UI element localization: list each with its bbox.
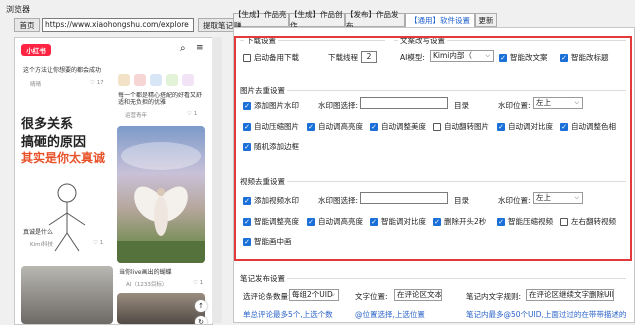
hint-text: 笔记内最多@50个UID,上面过过的在带带描述的	[466, 310, 626, 319]
refresh-icon[interactable]: ↻	[195, 316, 207, 324]
scroll-top-icon[interactable]: ↑	[195, 300, 207, 312]
highlight-frame	[234, 36, 632, 261]
card-likes: ♡ 1	[187, 111, 198, 117]
tab-work-create[interactable]: 【生成】作品创作	[289, 10, 345, 30]
text-position-label: 文字位置:	[355, 292, 388, 301]
note-card-image[interactable]	[117, 126, 205, 263]
webview[interactable]: 小红书 ⌕ ≡ 这个方法让你想要的都会成功 晴晴 ♡ 17 每一个都是精心搭配的…	[14, 37, 213, 325]
menu-icon[interactable]: ≡	[196, 43, 204, 53]
card-author: 运营青年	[125, 113, 148, 119]
search-icon[interactable]: ⌕	[180, 43, 186, 54]
tab-settings[interactable]: 【通用】软件设置	[405, 13, 475, 28]
card-author: Kimi科技	[30, 242, 54, 248]
note-card-image[interactable]	[21, 266, 113, 324]
tab-work-publish[interactable]: 【发布】作品发布	[345, 10, 405, 30]
url-input[interactable]: https://www.xiaohongshu.com/explore	[42, 18, 194, 32]
card-likes: ♡ 17	[90, 80, 104, 86]
hint-text: 单总评论最多5个,上选个数	[243, 310, 333, 319]
chevron-down-icon: ⌵	[330, 291, 335, 298]
promo-line-3: 其实是你太真诚	[21, 151, 106, 165]
card-likes: ♡ 1	[93, 240, 104, 246]
hint-text: @位置选择,上选位置	[355, 310, 425, 319]
home-button[interactable]: 首页	[14, 18, 40, 32]
card-likes: ♡ 1	[193, 280, 204, 286]
group-border	[238, 278, 626, 279]
tab-update[interactable]: 更新	[475, 13, 497, 27]
xiaohongshu-logo[interactable]: 小红书	[21, 44, 51, 56]
note-rule-select[interactable]: 在评论区继续文字删除UID ⌵	[526, 289, 614, 301]
chevron-down-icon: ⌵	[433, 291, 438, 298]
note-rule-label: 笔记内文字规则:	[466, 292, 522, 301]
butterfly-image	[117, 142, 205, 263]
browser-label: 浏览器	[6, 5, 30, 14]
card-title[interactable]: 当你live画出的蝴蝶	[119, 267, 172, 276]
card-author: 晴晴	[30, 82, 42, 88]
card-title[interactable]: 真诚是什么	[23, 227, 53, 236]
select-count-label: 选评论条数量:	[243, 292, 291, 301]
card-title[interactable]: 这个方法让你想要的都会成功	[23, 65, 108, 74]
card-title[interactable]: 每一个都是精心搭配的好看又舒适和无负担的优雅	[118, 92, 206, 106]
chevron-down-icon: ⌵	[605, 291, 610, 298]
emoji-row	[118, 74, 206, 88]
promo-line-1: 很多关系	[21, 117, 74, 132]
card-author: AI（1233目标）	[126, 282, 168, 288]
note-card-image[interactable]	[117, 293, 205, 324]
browser-scrollbar[interactable]	[212, 37, 222, 323]
fetch-notes-button[interactable]: 提取笔记	[198, 18, 238, 32]
tab-work-earn[interactable]: 【生成】作品亮赚	[233, 10, 289, 30]
promo-line-2: 搞砸的原因	[21, 135, 87, 150]
text-position-select[interactable]: 在评论区文本 ⌵	[394, 289, 442, 301]
publish-settings-title: 笔记发布设置	[238, 273, 287, 284]
select-count-select[interactable]: 每组2个UID ⌵	[289, 289, 339, 301]
